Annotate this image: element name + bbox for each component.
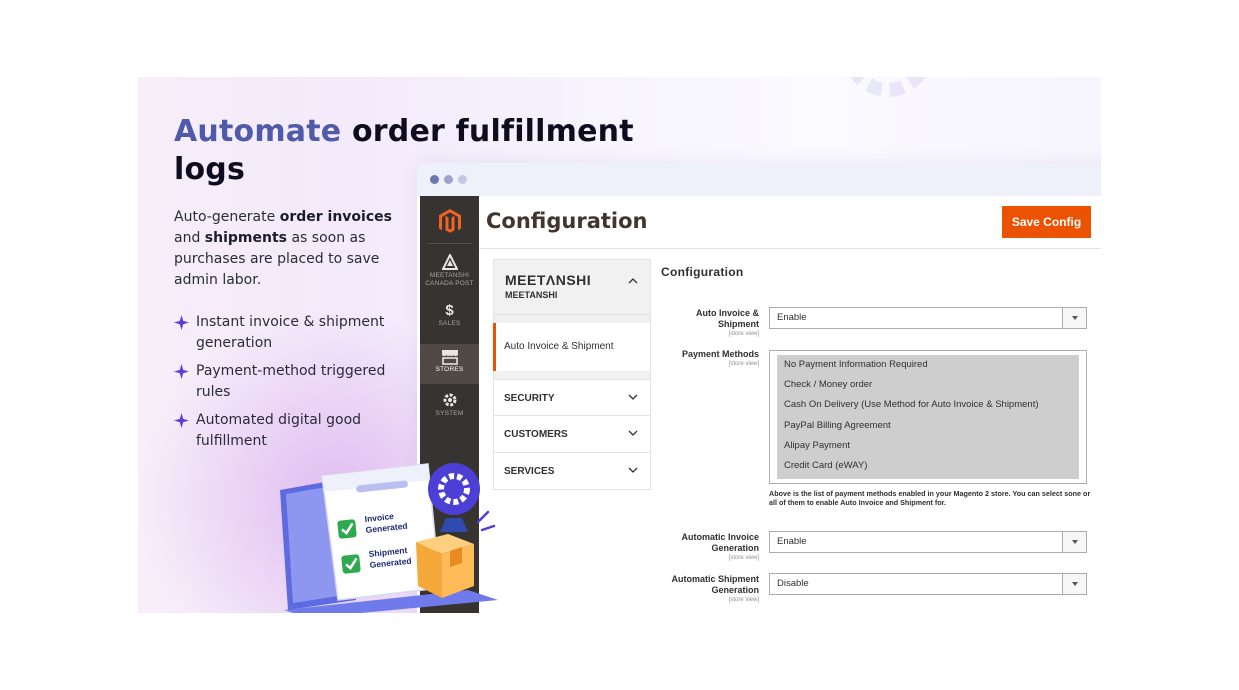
config-tabs: MEETΛNSHI MEETANSHI Auto Invoice & Shipm… — [493, 259, 651, 490]
sidebar-label: STORES — [435, 366, 464, 373]
magento-logo-icon — [439, 209, 461, 233]
chevron-down-icon — [628, 394, 638, 400]
sparkle-icon — [174, 413, 189, 428]
dropdown-arrow-icon — [1062, 574, 1086, 594]
feature-text: Automated digital good fulfillment — [196, 412, 362, 449]
tab-group-meetanshi[interactable]: MEETΛNSHI MEETANSHI — [493, 259, 651, 315]
label-line: Generation — [711, 543, 759, 553]
save-config-button[interactable]: Save Config — [1002, 206, 1091, 238]
label-line: Automatic Shipment — [671, 574, 759, 584]
chevron-down-icon — [628, 430, 638, 436]
intro-bold-shipments: shipments — [204, 230, 287, 246]
admin-window: MEETANSHI CANADA POST $ SALES STORES SYS… — [417, 163, 1101, 613]
scope-label: [store view] — [728, 361, 759, 367]
feature-item: Instant invoice & shipment generation — [174, 312, 404, 354]
gear-icon — [443, 393, 456, 407]
select-value: Enable — [777, 536, 807, 547]
field-label-auto-shipment-generation: Automatic Shipment Generation [store vie… — [661, 574, 759, 604]
headline-accent: Automate — [174, 114, 342, 149]
select-value: Disable — [777, 578, 809, 589]
tab-group-label: MEETANSHI — [505, 290, 558, 300]
payment-option[interactable]: PayPal Billing Agreement — [777, 416, 1079, 436]
field-label-auto-invoice-generation: Automatic Invoice Generation [store view… — [661, 532, 759, 562]
intro-bold-invoices: order invoices — [279, 209, 392, 225]
page-title: Configuration — [486, 209, 648, 233]
sidebar-item-sales[interactable]: $ SALES — [420, 302, 479, 346]
sidebar-item-system[interactable]: SYSTEM — [420, 392, 479, 436]
gear-decoration-icon — [850, 77, 926, 97]
tab-label: SECURITY — [504, 393, 555, 404]
sidebar-item-meetanshi[interactable]: MEETANSHI CANADA POST — [420, 254, 479, 298]
feature-text: Instant invoice & shipment generation — [196, 314, 385, 351]
package-box-icon — [416, 534, 474, 598]
label-line: Generation — [711, 585, 759, 595]
feature-list: Instant invoice & shipment generation Pa… — [174, 312, 404, 459]
tab-spacer — [493, 315, 651, 323]
payment-option[interactable]: No Payment Information Required — [777, 355, 1079, 375]
tab-auto-invoice-shipment[interactable]: Auto Invoice & Shipment — [493, 323, 651, 371]
chevron-down-icon — [628, 467, 638, 473]
field-label-payment-methods: Payment Methods [store view] — [661, 349, 759, 368]
payment-methods-note: Above is the list of payment methods ena… — [769, 489, 1091, 507]
intro-part: and — [174, 230, 205, 246]
field-label-auto-invoice: Auto Invoice & Shipment [store view] — [661, 308, 759, 338]
label-line: Automatic Invoice — [681, 532, 759, 542]
intro-text: Auto-generate order invoices and shipmen… — [174, 207, 399, 291]
sparkle-icon — [174, 315, 189, 330]
selected-options: No Payment Information Required Check / … — [777, 355, 1079, 479]
tab-customers[interactable]: CUSTOMERS — [493, 416, 651, 453]
dropdown-arrow-icon — [1062, 308, 1086, 328]
dropdown-arrow-icon — [1062, 532, 1086, 552]
window-titlebar — [417, 163, 1101, 196]
window-dot — [430, 175, 439, 184]
header-divider — [479, 248, 1101, 249]
automatic-invoice-select[interactable]: Enable — [769, 531, 1087, 553]
tab-label: CUSTOMERS — [504, 429, 568, 440]
gear-badge-icon — [428, 463, 480, 532]
chevron-up-icon — [628, 278, 638, 284]
feature-item: Payment-method triggered rules — [174, 361, 404, 403]
window-dot — [444, 175, 453, 184]
tab-security[interactable]: SECURITY — [493, 379, 651, 416]
sidebar-label: SALES — [438, 320, 461, 327]
meetanshi-logo: MEETΛNSHI — [505, 272, 592, 288]
sparkle-icon — [174, 364, 189, 379]
sidebar-item-stores[interactable]: STORES — [420, 344, 479, 384]
tab-label: SERVICES — [504, 466, 555, 477]
meetanshi-icon — [441, 254, 458, 270]
label-line: Payment Methods — [681, 349, 759, 359]
tab-spacer — [493, 371, 651, 379]
scope-label: [store view] — [728, 331, 759, 337]
select-value: Enable — [777, 312, 807, 323]
window-dot — [458, 175, 467, 184]
feature-item: Automated digital good fulfillment — [174, 410, 404, 452]
section-title: Configuration — [661, 265, 744, 279]
label-line: Shipment — [717, 319, 759, 329]
scope-label: [store view] — [728, 555, 759, 561]
scope-label: [store view] — [728, 597, 759, 603]
tab-services[interactable]: SERVICES — [493, 453, 651, 490]
sidebar-label: CANADA POST — [425, 280, 474, 287]
payment-option[interactable]: Credit Card (eWAY) — [777, 456, 1079, 476]
auto-invoice-shipment-select[interactable]: Enable — [769, 307, 1087, 329]
automatic-shipment-select[interactable]: Disable — [769, 573, 1087, 595]
payment-option[interactable]: Check / Money order — [777, 375, 1079, 395]
payment-option[interactable]: Alipay Payment — [777, 436, 1079, 456]
dollar-icon: $ — [445, 302, 454, 319]
payment-option[interactable]: Cash On Delivery (Use Method for Auto In… — [777, 395, 1079, 415]
label-line: Auto Invoice & — [695, 308, 759, 318]
payment-methods-multiselect[interactable]: No Payment Information Required Check / … — [769, 350, 1087, 484]
feature-text: Payment-method triggered rules — [196, 363, 386, 400]
fulfillment-illustration: Invoice Generated Shipment Generated — [280, 463, 498, 613]
hero-banner: Automate order fulfillment logs Auto-gen… — [138, 77, 1101, 613]
intro-part: Auto-generate — [174, 209, 280, 225]
store-icon — [441, 350, 458, 365]
magento-logo[interactable] — [428, 204, 472, 244]
sidebar-label: SYSTEM — [435, 410, 464, 417]
sidebar-label: MEETANSHI — [429, 272, 470, 279]
